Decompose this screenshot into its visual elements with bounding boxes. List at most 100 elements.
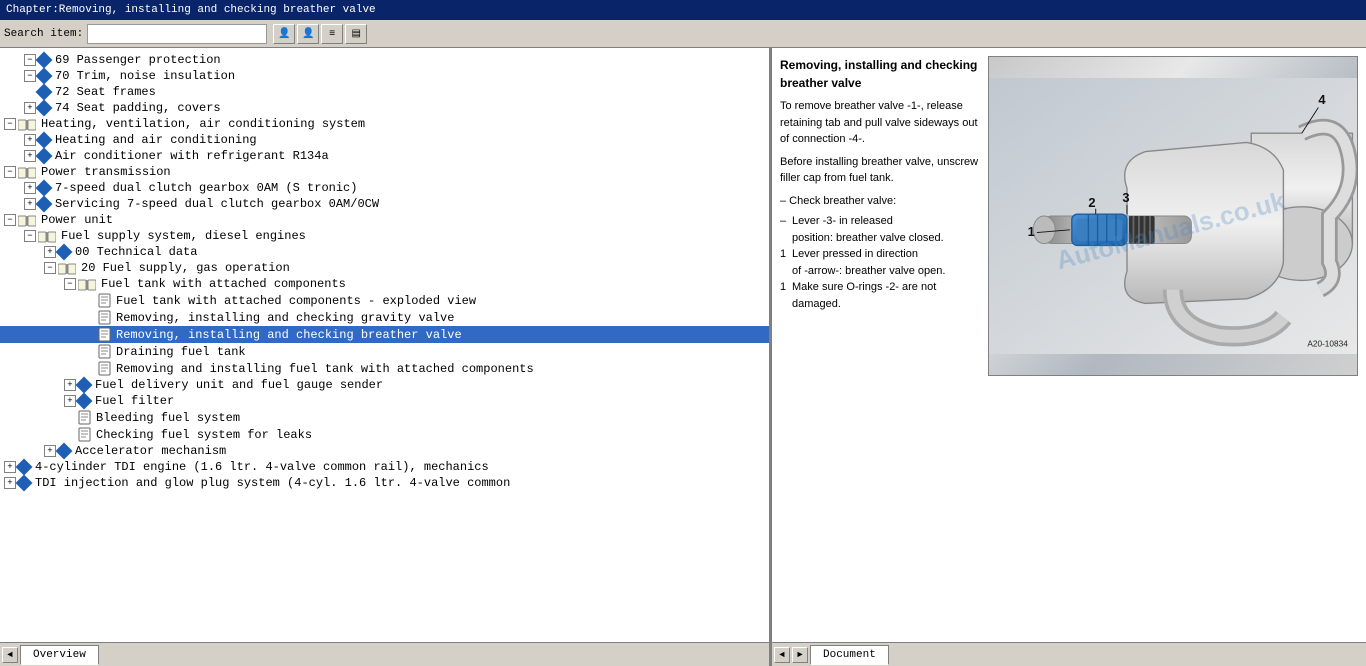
open-book-icon xyxy=(38,230,56,243)
tree-item-label-26: 4-cylinder TDI engine (1.6 ltr. 4-valve … xyxy=(35,460,489,474)
tree-item-15[interactable]: −Fuel tank with attached components xyxy=(0,276,769,292)
expand-icon-7[interactable]: + xyxy=(24,150,36,162)
tree-item-1[interactable]: −69 Passenger protection xyxy=(0,52,769,68)
expand-icon-21[interactable]: + xyxy=(64,379,76,391)
tree-item-label-7: Air conditioner with refrigerant R134a xyxy=(55,149,329,163)
tree-item-10[interactable]: + Servicing 7-speed dual clutch gearbox 0… xyxy=(0,196,769,212)
expand-icon-10[interactable]: + xyxy=(24,198,36,210)
tree-item-5[interactable]: −Heating, ventilation, air conditioning … xyxy=(0,116,769,132)
tree-item-8[interactable]: −Power transmission xyxy=(0,164,769,180)
image-area: 1 2 3 4 AutoManuals.co.uk xyxy=(988,56,1358,376)
expand-icon-4[interactable]: + xyxy=(24,102,36,114)
tree-item-label-10: Servicing 7-speed dual clutch gearbox 0A… xyxy=(55,197,379,211)
step2-text: Lever pressed in direction of -arrow-: b… xyxy=(792,246,980,279)
tree-item-14[interactable]: −20 Fuel supply, gas operation xyxy=(0,260,769,276)
svg-text:1: 1 xyxy=(1028,224,1035,239)
tree-container[interactable]: −69 Passenger protection−70 Trim, noise … xyxy=(0,48,769,642)
tree-item-24[interactable]: Checking fuel system for leaks xyxy=(0,426,769,443)
expand-icon-14[interactable]: − xyxy=(44,262,56,274)
expand-icon-8[interactable]: − xyxy=(4,166,16,178)
expand-icon-25[interactable]: + xyxy=(44,445,56,457)
title-bar: Chapter:Removing, installing and checkin… xyxy=(0,0,1366,20)
expand-icon-27[interactable]: + xyxy=(4,477,16,489)
blue-diamond-icon xyxy=(38,54,50,66)
expand-icon-11[interactable]: − xyxy=(4,214,16,226)
blue-diamond-icon xyxy=(18,477,30,489)
step3-row: 1 Make sure O-rings -2- are not damaged. xyxy=(780,279,980,312)
expand-icon-9[interactable]: + xyxy=(24,182,36,194)
tree-item-label-21: Fuel delivery unit and fuel gauge sender xyxy=(95,378,383,392)
svg-text:3: 3 xyxy=(1122,190,1129,205)
tab-document[interactable]: Document xyxy=(810,645,889,665)
toolbar-user1-button[interactable]: 👤 xyxy=(273,24,295,44)
tree-item-22[interactable]: + Fuel filter xyxy=(0,393,769,409)
tree-item-23[interactable]: Bleeding fuel system xyxy=(0,409,769,426)
tree-item-label-9: 7-speed dual clutch gearbox 0AM (S troni… xyxy=(55,181,357,195)
tree-item-19[interactable]: Draining fuel tank xyxy=(0,343,769,360)
tree-item-11[interactable]: − Power unit xyxy=(0,212,769,228)
open-book-icon xyxy=(78,278,96,291)
tree-item-label-3: 72 Seat frames xyxy=(55,85,156,99)
tree-item-17[interactable]: Removing, installing and checking gravit… xyxy=(0,309,769,326)
tree-item-label-17: Removing, installing and checking gravit… xyxy=(116,311,454,325)
step3-marker: 1 xyxy=(780,279,792,312)
tree-item-label-20: Removing and installing fuel tank with a… xyxy=(116,362,534,376)
svg-text:2: 2 xyxy=(1088,195,1095,210)
scroll-prev-button[interactable]: ◄ xyxy=(774,647,790,663)
scroll-left-button[interactable]: ◄ xyxy=(2,647,18,663)
bottom-bar: ◄ Overview ◄ ► Document xyxy=(0,642,1366,666)
expand-icon-1[interactable]: − xyxy=(24,54,36,66)
tree-item-7[interactable]: + Air conditioner with refrigerant R134a xyxy=(0,148,769,164)
tree-item-12[interactable]: −Fuel supply system, diesel engines xyxy=(0,228,769,244)
tree-item-label-11: Power unit xyxy=(41,213,113,227)
toolbar-extra-button[interactable]: ▤ xyxy=(345,24,367,44)
blue-diamond-icon xyxy=(38,102,50,114)
tree-item-9[interactable]: +7-speed dual clutch gearbox 0AM (S tron… xyxy=(0,180,769,196)
blue-diamond-icon xyxy=(78,379,90,391)
doc-icon xyxy=(78,410,91,425)
expand-icon-5[interactable]: − xyxy=(4,118,16,130)
tab-overview[interactable]: Overview xyxy=(20,645,99,665)
tree-item-label-13: 00 Technical data xyxy=(75,245,197,259)
tree-item-4[interactable]: +74 Seat padding, covers xyxy=(0,100,769,116)
tree-item-27[interactable]: +TDI injection and glow plug system (4-c… xyxy=(0,475,769,491)
tree-item-2[interactable]: −70 Trim, noise insulation xyxy=(0,68,769,84)
expand-icon-22[interactable]: + xyxy=(64,395,76,407)
expand-icon-12[interactable]: − xyxy=(24,230,36,242)
search-input[interactable] xyxy=(87,24,267,44)
step2-row: 1 Lever pressed in direction of -arrow-:… xyxy=(780,246,980,279)
expand-icon-6[interactable]: + xyxy=(24,134,36,146)
tree-item-label-25: Accelerator mechanism xyxy=(75,444,226,458)
step3-text: Make sure O-rings -2- are not damaged. xyxy=(792,279,980,312)
doc-icon xyxy=(78,427,91,442)
scroll-next-button[interactable]: ► xyxy=(792,647,808,663)
open-book-icon xyxy=(18,118,36,131)
tree-item-3[interactable]: 72 Seat frames xyxy=(0,84,769,100)
expand-icon-26[interactable]: + xyxy=(4,461,16,473)
tree-item-25[interactable]: + Accelerator mechanism xyxy=(0,443,769,459)
toolbar-menu-button[interactable]: ≡ xyxy=(321,24,343,44)
tree-item-20[interactable]: Removing and installing fuel tank with a… xyxy=(0,360,769,377)
toolbar: Search item: 👤 👤 ≡ ▤ xyxy=(0,20,1366,48)
expand-icon-2[interactable]: − xyxy=(24,70,36,82)
open-book-icon xyxy=(58,262,76,275)
blue-diamond-icon xyxy=(58,445,70,457)
blue-diamond-icon xyxy=(38,70,50,82)
tree-item-16[interactable]: Fuel tank with attached components - exp… xyxy=(0,292,769,309)
svg-text:4: 4 xyxy=(1318,92,1326,107)
tree-item-label-4: 74 Seat padding, covers xyxy=(55,101,221,115)
tree-item-21[interactable]: + Fuel delivery unit and fuel gauge sende… xyxy=(0,377,769,393)
blue-diamond-icon xyxy=(38,198,50,210)
expand-icon-15[interactable]: − xyxy=(64,278,76,290)
para2: Before installing breather valve, unscre… xyxy=(780,154,980,187)
blue-diamond-icon xyxy=(58,246,70,258)
tree-item-6[interactable]: +Heating and air conditioning xyxy=(0,132,769,148)
tree-item-label-23: Bleeding fuel system xyxy=(96,411,240,425)
toolbar-user2-button[interactable]: 👤 xyxy=(297,24,319,44)
tree-item-13[interactable]: +00 Technical data xyxy=(0,244,769,260)
tree-item-label-22: Fuel filter xyxy=(95,394,174,408)
expand-icon-13[interactable]: + xyxy=(44,246,56,258)
tree-item-26[interactable]: +4-cylinder TDI engine (1.6 ltr. 4-valve… xyxy=(0,459,769,475)
tree-item-label-24: Checking fuel system for leaks xyxy=(96,428,312,442)
tree-item-18[interactable]: Removing, installing and checking breath… xyxy=(0,326,769,343)
